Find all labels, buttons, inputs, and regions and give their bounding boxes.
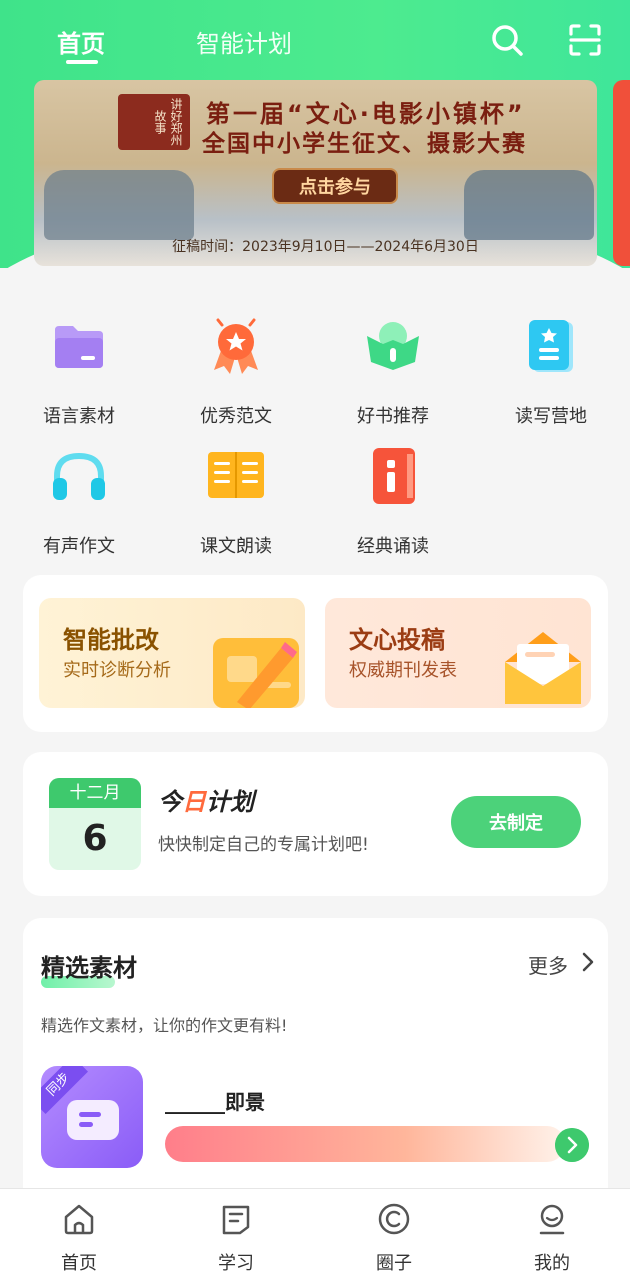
nav-study[interactable]: 学习: [186, 1201, 286, 1275]
circle-icon: [378, 1203, 410, 1235]
grid-item-audio-essay[interactable]: 有声作文: [19, 444, 139, 558]
section-description: 精选作文素材，让你的作文更有料!: [41, 1016, 288, 1035]
grid-label: 好书推荐: [357, 406, 429, 427]
grid-label: 经典诵读: [357, 536, 429, 557]
grid-label: 课文朗读: [200, 536, 272, 557]
grid-label: 有声作文: [43, 536, 115, 557]
grid-item-reading-camp[interactable]: 读写营地: [491, 314, 611, 428]
bottom-navigation: 首页 学习 圈子 我的: [0, 1188, 630, 1280]
nav-home[interactable]: 首页: [29, 1201, 129, 1275]
material-thumbnail[interactable]: 同步: [41, 1066, 143, 1168]
pencil-paper-icon: [213, 638, 299, 708]
banner-join-button[interactable]: 点击参与: [272, 168, 398, 204]
smart-correction-title: 智能批改: [63, 626, 159, 654]
next-banner-peek[interactable]: [613, 80, 630, 266]
study-icon: [222, 1205, 250, 1235]
material-title[interactable]: ______即景: [165, 1086, 265, 1115]
nav-label: 圈子: [376, 1253, 412, 1274]
scan-icon[interactable]: [567, 22, 603, 58]
headphones-icon: [53, 452, 105, 500]
grid-label: 语言素材: [43, 406, 115, 427]
grid-item-model-essays[interactable]: 优秀范文: [176, 314, 296, 428]
envelope-icon: [505, 632, 581, 704]
plan-title: 今日计划: [158, 782, 254, 817]
notebook-icon: [373, 448, 415, 504]
star-card-icon: [529, 320, 573, 372]
banner-date: 征稿时间：2023年9月10日——2024年6月30日: [172, 239, 479, 255]
calendar-widget: 十二月 6: [49, 778, 141, 870]
home-icon: [64, 1204, 94, 1235]
plan-title-prefix: 今: [158, 788, 182, 816]
section-title: 精选素材: [41, 954, 137, 982]
grid-label: 优秀范文: [200, 406, 272, 427]
open-book-icon: [208, 452, 264, 498]
active-tab-indicator: [66, 60, 98, 64]
search-icon[interactable]: [489, 22, 525, 58]
nav-label: 首页: [61, 1253, 97, 1274]
calendar-day: 6: [82, 818, 108, 859]
tab-home[interactable]: 首页: [57, 24, 105, 59]
submission-title: 文心投稿: [349, 626, 445, 654]
tab-smart-plan[interactable]: 智能计划: [196, 24, 292, 59]
create-plan-button[interactable]: 去制定: [451, 796, 581, 848]
banner-seal: 讲好郑州故事: [118, 94, 190, 150]
award-icon: [214, 318, 258, 374]
grid-item-book-recommend[interactable]: 好书推荐: [333, 314, 453, 428]
grid-item-classic-recital[interactable]: 经典诵读: [333, 444, 453, 558]
more-link[interactable]: 更多: [528, 950, 568, 979]
submission-subtitle: 权威期刊发表: [349, 660, 457, 681]
nav-circle[interactable]: 圈子: [344, 1201, 444, 1275]
material-progress-bar: [165, 1126, 565, 1162]
calendar-month: 十二月: [49, 778, 141, 808]
nav-profile[interactable]: 我的: [502, 1201, 602, 1275]
folder-icon: [55, 326, 103, 368]
train-illustration: [44, 170, 194, 240]
today-plan-card: 十二月 6 今日计划 快快制定自己的专属计划吧! 去制定: [23, 752, 608, 896]
submission-card[interactable]: 文心投稿 权威期刊发表: [325, 598, 591, 708]
profile-icon: [539, 1204, 565, 1235]
feature-cards: 智能批改 实时诊断分析 文心投稿 权威期刊发表: [23, 575, 608, 732]
chat-doc-icon: [67, 1100, 119, 1140]
train-illustration-right: [464, 170, 594, 240]
plan-title-highlight: 日: [182, 788, 206, 816]
top-header: 首页 智能计划: [0, 0, 630, 80]
go-arrow-icon[interactable]: [555, 1128, 589, 1162]
smart-correction-card[interactable]: 智能批改 实时诊断分析: [39, 598, 305, 708]
grid-item-language-material[interactable]: 语言素材: [19, 314, 139, 428]
chevron-right-icon[interactable]: [579, 950, 597, 974]
nav-label: 我的: [534, 1253, 570, 1274]
book-mascot-icon: [367, 322, 419, 370]
contest-banner[interactable]: 讲好郑州故事 第一届“文心·电影小镇杯” 全国中小学生征文、摄影大赛 点击参与 …: [34, 80, 597, 266]
smart-correction-subtitle: 实时诊断分析: [63, 660, 171, 681]
plan-subtitle: 快快制定自己的专属计划吧!: [158, 835, 369, 855]
banner-title-line2: 全国中小学生征文、摄影大赛: [202, 131, 527, 157]
nav-label: 学习: [218, 1253, 254, 1274]
plan-title-suffix: 计划: [206, 788, 254, 816]
grid-label: 读写营地: [515, 406, 587, 427]
selected-materials-section: 精选素材 更多 精选作文素材，让你的作文更有料! 同步 ______即景: [23, 918, 608, 1218]
grid-item-text-reading[interactable]: 课文朗读: [176, 444, 296, 558]
